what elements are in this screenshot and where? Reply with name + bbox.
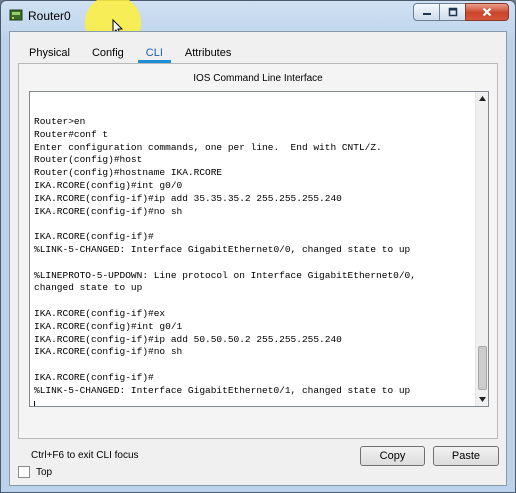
- cli-line: IKA.RCORE(config-if)#no sh: [34, 205, 183, 217]
- cli-line: changed state to up: [34, 282, 143, 294]
- window-title: Router0: [28, 9, 71, 23]
- copy-button[interactable]: Copy: [360, 446, 425, 466]
- router-icon: [9, 9, 23, 21]
- cli-line: Router(config)#hostname IKA.RCORE: [34, 167, 223, 179]
- minimize-button[interactable]: [413, 3, 440, 21]
- text-caret: [34, 401, 35, 406]
- title-bar[interactable]: Router0: [1, 0, 515, 51]
- cli-line: [34, 398, 470, 406]
- cli-line: [34, 257, 470, 270]
- scroll-up-button[interactable]: [476, 92, 488, 105]
- cli-line: IKA.RCORE(config-if)#: [34, 371, 154, 383]
- cli-line: IKA.RCORE(config-if)#: [34, 231, 154, 243]
- cli-line: IKA.RCORE(config-if)#ip add 50.50.50.2 2…: [34, 333, 342, 345]
- caption-buttons: [413, 3, 509, 23]
- cli-line: Router>en: [34, 116, 86, 127]
- close-button[interactable]: [465, 3, 509, 21]
- cli-line: IKA.RCORE(config-if)#ex: [34, 307, 166, 319]
- cli-line: Router(config)#host: [34, 154, 143, 166]
- tab-bar: Physical Config CLI Attributes: [18, 41, 242, 63]
- scroll-down-button[interactable]: [476, 393, 488, 406]
- cli-focus-hint: Ctrl+F6 to exit CLI focus: [31, 450, 139, 461]
- cli-line: Router#conf t: [34, 128, 109, 140]
- close-icon: [482, 7, 492, 17]
- scroll-down-arrow-icon: [479, 397, 486, 402]
- terminal-scrollbar[interactable]: [475, 92, 488, 406]
- cli-line: [34, 359, 470, 372]
- cli-line: [34, 218, 470, 231]
- cli-line: %LINK-5-CHANGED: Interface GigabitEthern…: [34, 384, 411, 396]
- maximize-button[interactable]: [439, 3, 466, 21]
- top-checkbox-label: Top: [36, 466, 53, 478]
- cli-line: IKA.RCORE(config)#int g0/1: [34, 320, 183, 332]
- paste-button[interactable]: Paste: [433, 446, 499, 466]
- cli-heading: IOS Command Line Interface: [193, 73, 323, 84]
- scroll-up-arrow-icon: [479, 96, 486, 101]
- tab-config[interactable]: Config: [81, 41, 135, 63]
- tab-cli[interactable]: CLI: [135, 41, 174, 63]
- cli-line: Enter configuration commands, one per li…: [34, 141, 382, 153]
- cli-tab-panel: IOS Command Line Interface Router>en Rout…: [18, 63, 499, 466]
- cli-output: Router>en Router#conf t Enter configuratio…: [34, 116, 470, 406]
- scrollbar-thumb[interactable]: [478, 346, 487, 390]
- cli-line: [34, 295, 470, 308]
- cli-line: %LINK-5-CHANGED: Interface GigabitEthern…: [34, 243, 411, 255]
- cli-line: %LINEPROTO-5-UPDOWN: Line protocol on In…: [34, 269, 416, 281]
- top-checkbox[interactable]: [18, 466, 30, 478]
- minimize-icon: [422, 13, 431, 15]
- top-option[interactable]: Top: [18, 466, 52, 478]
- tab-physical[interactable]: Physical: [18, 41, 81, 63]
- window-client-area: Physical Config CLI Attributes IOS Comma…: [9, 31, 507, 486]
- cli-line: IKA.RCORE(config-if)#ip add 35.35.35.2 2…: [34, 192, 342, 204]
- cli-line: IKA.RCORE(config-if)#no sh: [34, 346, 183, 358]
- cli-line: IKA.RCORE(config)#int g0/0: [34, 179, 183, 191]
- maximize-icon: [448, 7, 457, 17]
- router-window: Router0 Physical Config CLI Attributes I…: [0, 0, 516, 493]
- tab-attributes[interactable]: Attributes: [174, 41, 242, 63]
- cli-terminal[interactable]: Router>en Router#conf t Enter configuratio…: [29, 91, 489, 407]
